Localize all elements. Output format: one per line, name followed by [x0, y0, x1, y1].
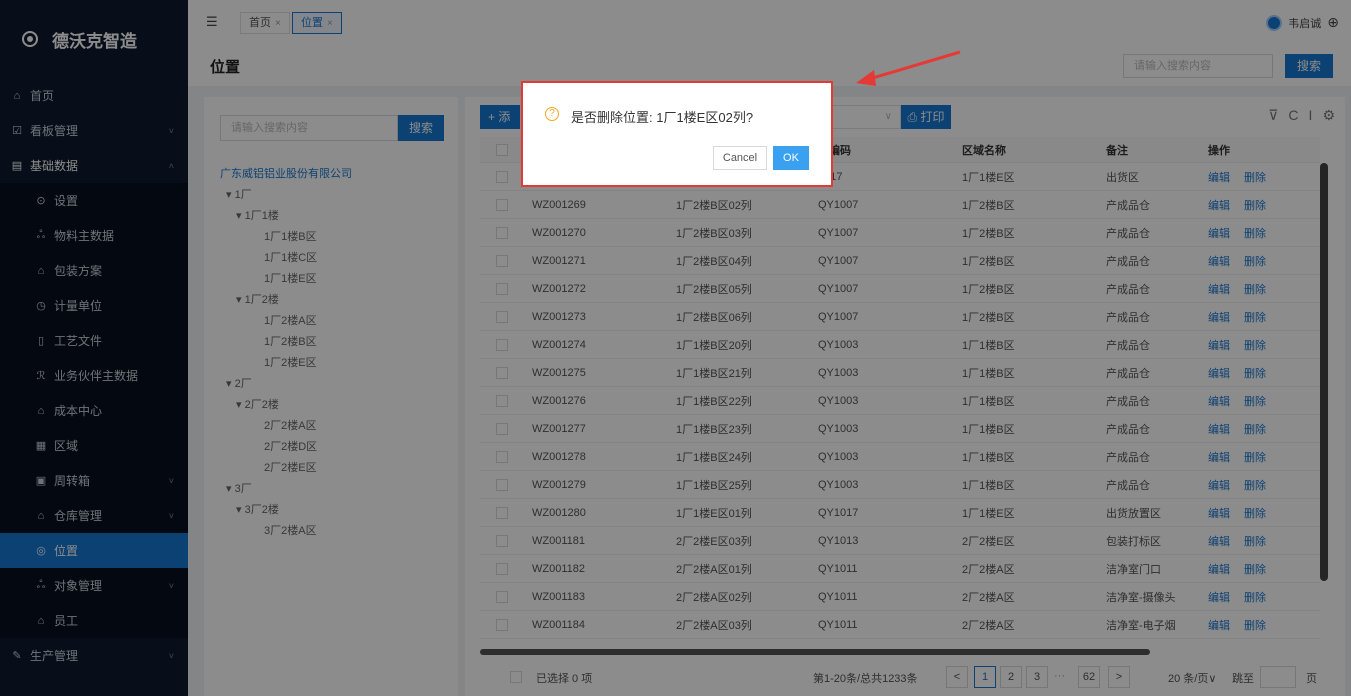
question-icon: ?	[545, 107, 559, 121]
confirm-delete-dialog: ? 是否删除位置: 1厂1楼E区02列? Cancel OK	[521, 81, 833, 187]
ok-button[interactable]: OK	[773, 146, 809, 170]
cancel-button[interactable]: Cancel	[713, 146, 767, 170]
dialog-message: 是否删除位置: 1厂1楼E区02列?	[571, 110, 754, 125]
